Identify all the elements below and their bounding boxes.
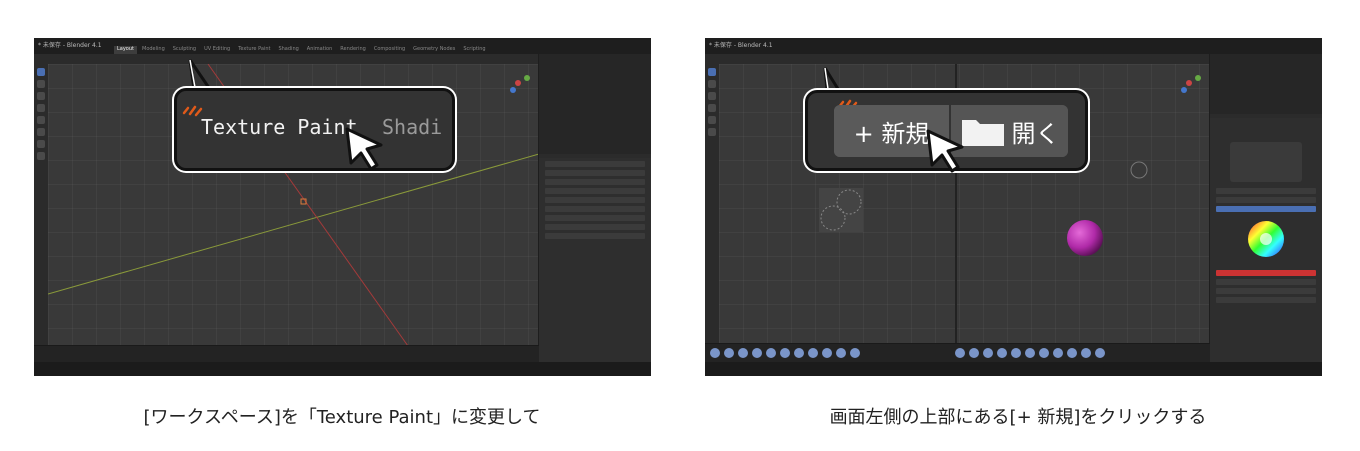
move-tool-button[interactable] bbox=[37, 92, 45, 100]
window-title: * 未保存 - Blender 4.1 bbox=[709, 42, 773, 49]
workspace-tab-strip: Layout Modeling Sculpting UV Editing Tex… bbox=[34, 46, 651, 54]
brush-properties[interactable] bbox=[1210, 118, 1322, 362]
clone-brush-button[interactable] bbox=[708, 104, 716, 112]
tab-scripting[interactable]: Scripting bbox=[460, 46, 488, 54]
tab-compositing[interactable]: Compositing bbox=[371, 46, 408, 54]
tab-texture-paint[interactable]: Texture Paint bbox=[235, 46, 273, 54]
cursor-tool-button[interactable] bbox=[37, 80, 45, 88]
annotate-tool-button[interactable] bbox=[37, 140, 45, 148]
timeline[interactable] bbox=[34, 345, 539, 362]
navigation-gizmo[interactable] bbox=[503, 68, 533, 98]
paint-sphere[interactable] bbox=[1065, 218, 1105, 258]
empty-circle-marker bbox=[1130, 161, 1148, 179]
tab-modeling[interactable]: Modeling bbox=[139, 46, 168, 54]
properties-sidebar bbox=[1209, 54, 1322, 362]
step-caption-left: [ワークスペース]を「Texture Paint」に変更して bbox=[143, 407, 541, 428]
tab-geometry-nodes[interactable]: Geometry Nodes bbox=[410, 46, 458, 54]
mouse-cursor-icon bbox=[926, 129, 964, 173]
properties-editor[interactable] bbox=[539, 158, 651, 362]
mask-brush-button[interactable] bbox=[708, 128, 716, 136]
zoom-callout-workspace: Texture Paint Shadi bbox=[174, 88, 455, 171]
draw-brush-button[interactable] bbox=[708, 68, 716, 76]
outliner[interactable] bbox=[539, 54, 651, 154]
mouse-cursor-icon bbox=[345, 127, 383, 171]
smear-brush-button[interactable] bbox=[708, 92, 716, 100]
brush-asset-icons bbox=[710, 348, 1105, 358]
texture-paint-tab[interactable]: Texture Paint bbox=[201, 115, 358, 139]
rotate-tool-button[interactable] bbox=[37, 104, 45, 112]
open-image-label: 開く bbox=[1011, 119, 1060, 148]
status-bar bbox=[34, 362, 651, 376]
soften-brush-button[interactable] bbox=[708, 80, 716, 88]
title-bar: * 未保存 - Blender 4.1 bbox=[705, 38, 1322, 54]
shading-tab-partial[interactable]: Shadi bbox=[382, 115, 442, 139]
fill-brush-button[interactable] bbox=[708, 116, 716, 124]
navigation-gizmo[interactable] bbox=[1174, 68, 1204, 98]
color-wheel[interactable] bbox=[1246, 219, 1286, 259]
zoom-callout-new-image: + 新規 開く bbox=[805, 90, 1088, 173]
transform-tool-button[interactable] bbox=[37, 128, 45, 136]
brush-preview[interactable] bbox=[1230, 142, 1302, 182]
uv-image-preview bbox=[819, 188, 863, 232]
select-tool-button[interactable] bbox=[37, 68, 45, 76]
measure-tool-button[interactable] bbox=[37, 152, 45, 160]
tab-sculpting[interactable]: Sculpting bbox=[170, 46, 199, 54]
tool-shelf bbox=[34, 64, 48, 346]
properties-sidebar bbox=[538, 54, 651, 362]
scale-tool-button[interactable] bbox=[37, 116, 45, 124]
outliner[interactable] bbox=[1210, 54, 1322, 114]
tab-rendering[interactable]: Rendering bbox=[337, 46, 369, 54]
step-caption-right: 画面左側の上部にある[+ 新規]をクリックする bbox=[829, 407, 1207, 428]
blender-window-left: * 未保存 - Blender 4.1 Layout Modeling Scul… bbox=[34, 38, 651, 376]
tab-shading[interactable]: Shading bbox=[275, 46, 301, 54]
asset-shelf[interactable] bbox=[705, 343, 1210, 362]
tab-uv-editing[interactable]: UV Editing bbox=[201, 46, 233, 54]
tab-animation[interactable]: Animation bbox=[304, 46, 336, 54]
blender-window-right: * 未保存 - Blender 4.1 + 新規 開く bbox=[705, 38, 1322, 376]
paint-tool-shelf bbox=[705, 64, 719, 346]
new-image-label: + 新規 bbox=[853, 119, 930, 148]
tab-layout[interactable]: Layout bbox=[114, 46, 137, 54]
status-bar bbox=[705, 362, 1322, 376]
